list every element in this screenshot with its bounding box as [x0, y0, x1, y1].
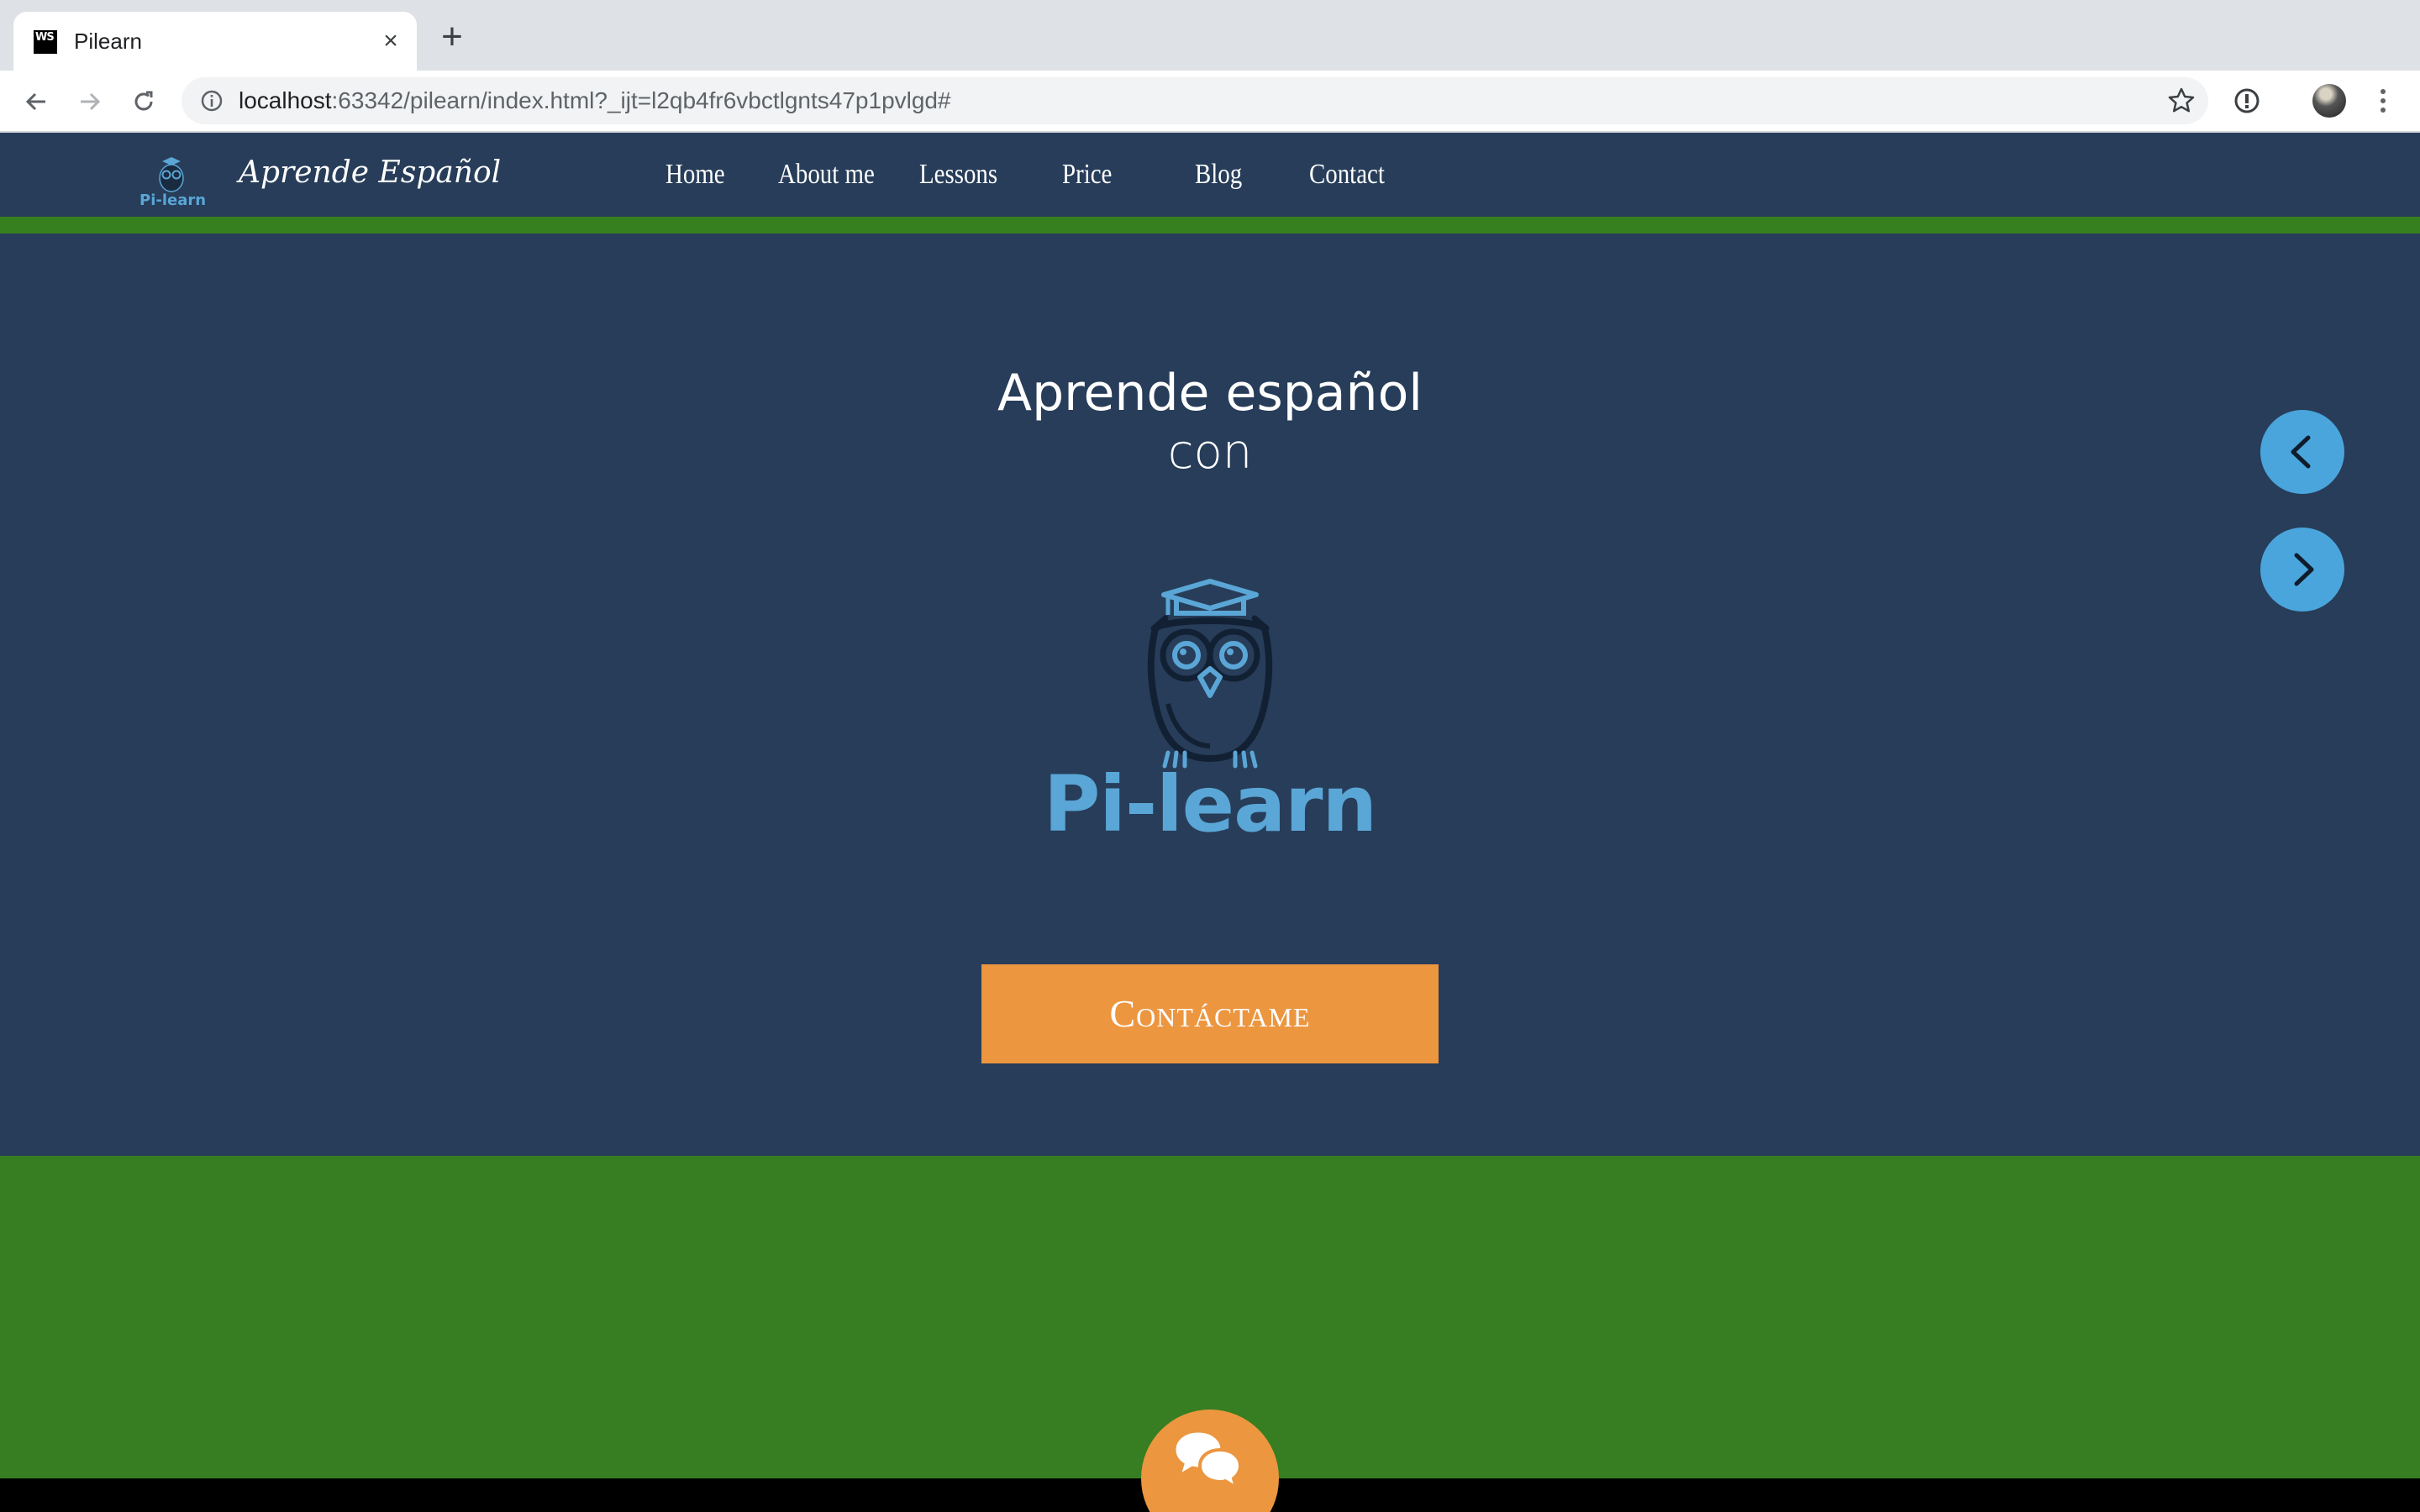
url-path: :63342/pilearn/index.html?_ijt=l2qb4fr6v… [331, 87, 951, 113]
hero-section: Aprende español con Pi-learn Contáctame [0, 234, 2420, 1156]
profile-avatar[interactable] [2312, 84, 2346, 118]
forward-button[interactable] [71, 82, 109, 121]
site-header: Pi-learn Aprende Español Home About me L… [0, 133, 2420, 217]
info-icon[interactable] [198, 87, 225, 114]
browser-toolbar: localhost:63342/pilearn/index.html?_ijt=… [0, 71, 2420, 133]
tab-close-icon[interactable]: × [376, 27, 405, 55]
contact-me-label: Contáctame [1109, 992, 1311, 1035]
hero-logo: Pi-learn [1042, 578, 1378, 847]
contact-me-button[interactable]: Contáctame [981, 964, 1439, 1063]
url-text[interactable]: localhost:63342/pilearn/index.html?_ijt=… [239, 86, 951, 116]
logo-text: Pi-learn [139, 192, 207, 209]
webstorm-favicon-icon: WS [34, 30, 57, 54]
slider-prev-button[interactable] [2260, 410, 2344, 494]
bookmark-star-icon[interactable] [2166, 86, 2196, 116]
browser-tab[interactable]: WS Pilearn × [13, 12, 417, 71]
url-host: localhost [239, 87, 332, 113]
brand-title[interactable]: Aprende Español [239, 153, 501, 193]
nav-price[interactable]: Price [1062, 150, 1112, 200]
owl-logo-icon [159, 157, 184, 192]
tab-title: Pilearn [74, 29, 142, 54]
nav-lessons[interactable]: Lessons [919, 150, 997, 200]
chevron-right-icon [2294, 553, 2314, 586]
address-bar[interactable]: localhost:63342/pilearn/index.html?_ijt=… [182, 77, 2208, 124]
reload-icon [134, 91, 153, 111]
nav-home[interactable]: Home [666, 150, 725, 200]
site-logo[interactable]: Pi-learn [134, 155, 208, 213]
hero-logo-wordmark: Pi-learn [1043, 759, 1377, 849]
slider-next-button[interactable] [2260, 528, 2344, 612]
nav-blog[interactable]: Blog [1195, 150, 1242, 200]
hero-title: Aprende español [997, 364, 1423, 423]
arrow-left-icon [25, 92, 45, 111]
hero-subtitle: con [1167, 425, 1253, 480]
owl-graduate-icon [1147, 579, 1273, 769]
new-tab-button[interactable]: + [434, 18, 471, 57]
nav-about-me[interactable]: About me [778, 150, 875, 200]
browser-menu-icon[interactable] [2371, 84, 2395, 118]
header-accent-stripe [0, 217, 2420, 234]
reload-button[interactable] [124, 82, 163, 121]
extension-alert-icon[interactable] [2232, 86, 2262, 116]
chevron-left-icon [2291, 435, 2311, 469]
arrow-right-icon [81, 92, 101, 111]
browser-tabstrip: WS Pilearn × + [0, 0, 2420, 71]
chat-bubbles-icon [1173, 1430, 1243, 1492]
nav-contact[interactable]: Contact [1309, 150, 1385, 200]
back-button[interactable] [17, 82, 55, 121]
